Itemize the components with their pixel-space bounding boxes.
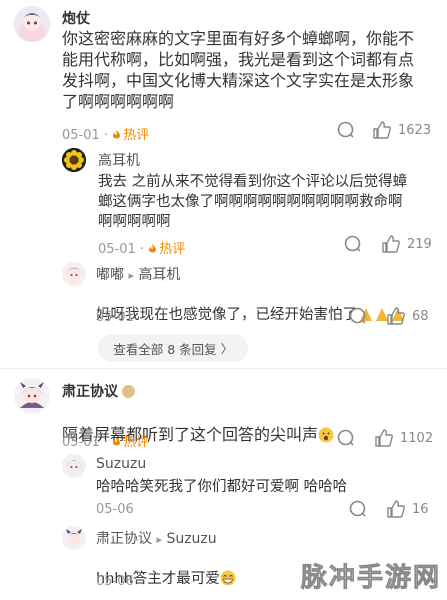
- reply-arrow-icon: ▸: [128, 269, 134, 282]
- like-icon[interactable]: [386, 306, 406, 326]
- comment-date: 05-01: [62, 128, 100, 143]
- flame-icon: [113, 437, 121, 446]
- hot-badge: 热评: [148, 242, 185, 257]
- like-count: 1623: [398, 123, 432, 138]
- like-count: 219: [407, 237, 432, 252]
- reply-author[interactable]: 肃正协议: [96, 531, 152, 547]
- comment-meta: 05-01 · 热评: [98, 242, 186, 257]
- flame-icon: [149, 244, 157, 253]
- verified-badge-icon: [122, 385, 135, 398]
- surprised-face-emoji-icon: [318, 427, 334, 443]
- avatar-image-icon: [62, 262, 86, 286]
- like-icon[interactable]: [374, 428, 394, 448]
- comment-author[interactable]: 高耳机: [98, 150, 140, 170]
- reply-arrow-icon: ▸: [156, 533, 162, 546]
- avatar-image-icon: [62, 526, 86, 550]
- watermark: 脉冲手游网: [300, 563, 441, 594]
- avatar[interactable]: [62, 148, 86, 172]
- like-count: 16: [412, 502, 429, 517]
- comment-date: 05-06: [96, 574, 134, 589]
- reply-icon[interactable]: [336, 428, 356, 448]
- avatar-image-icon: [62, 454, 86, 478]
- comment-date: 05-01: [62, 435, 100, 450]
- like-icon[interactable]: [381, 234, 401, 254]
- reply-target[interactable]: Suzuzu: [166, 531, 216, 547]
- view-all-replies-button[interactable]: 查看全部 8 条回复 〉: [98, 334, 248, 362]
- avatar[interactable]: [62, 262, 86, 286]
- view-all-replies-label: 查看全部 8 条回复: [113, 341, 217, 357]
- avatar[interactable]: [14, 6, 50, 42]
- comment-meta: 05-01 · 热评: [62, 128, 150, 143]
- reply-target[interactable]: 高耳机: [138, 267, 180, 283]
- comment-meta: 05-01 · 热评: [62, 435, 150, 450]
- comment-author[interactable]: Suzuzu: [96, 456, 146, 472]
- avatar[interactable]: [62, 454, 86, 478]
- reply-icon[interactable]: [343, 234, 363, 254]
- reply-icon[interactable]: [336, 120, 356, 140]
- comment-author[interactable]: 嘟嘟 ▸ 高耳机: [96, 264, 180, 284]
- avatar-image-icon: [14, 6, 50, 42]
- like-count: 68: [412, 309, 429, 324]
- reply-icon[interactable]: [348, 306, 368, 326]
- grinning-face-emoji-icon: [220, 570, 236, 586]
- like-icon[interactable]: [372, 120, 392, 140]
- comment-date: 05-01: [96, 310, 134, 325]
- flame-icon: [113, 130, 121, 139]
- avatar[interactable]: [14, 378, 50, 414]
- comment-text: 哈哈哈笑死我了你们都好可爱啊 哈哈哈: [96, 479, 348, 495]
- avatar[interactable]: [62, 526, 86, 550]
- avatar-image-icon: [14, 378, 50, 414]
- sunflower-avatar-icon: [62, 148, 86, 172]
- comment-author[interactable]: 炮仗: [62, 8, 90, 28]
- chevron-right-icon: 〉: [220, 341, 233, 356]
- hot-badge: 热评: [112, 128, 149, 143]
- comment-text: 我去 之前从来不觉得看到你这个评论以后觉得蟑 螂这俩字也太像了啊啊啊啊啊啊啊啊啊…: [98, 174, 408, 230]
- comment-author[interactable]: 肃正协议 ▸ Suzuzu: [96, 528, 217, 548]
- comment-text: 妈呀我现在也感觉像了，已经开始害怕了: [96, 285, 436, 325]
- comment-text: 你这密密麻麻的文字里面有好多个蟑螂啊，你能不 能用代称啊，比如啊强，我光是看到这…: [62, 29, 415, 111]
- like-count: 1102: [400, 431, 434, 446]
- hot-badge: 热评: [112, 435, 149, 450]
- divider: [0, 368, 447, 369]
- comment-author[interactable]: 肃正协议: [62, 381, 135, 401]
- author-name[interactable]: 肃正协议: [62, 384, 118, 400]
- reply-icon[interactable]: [348, 499, 368, 519]
- like-icon[interactable]: [386, 499, 406, 519]
- reply-author[interactable]: 嘟嘟: [96, 267, 124, 283]
- comment-date: 05-01: [98, 242, 136, 257]
- comment-date: 05-06: [96, 502, 134, 517]
